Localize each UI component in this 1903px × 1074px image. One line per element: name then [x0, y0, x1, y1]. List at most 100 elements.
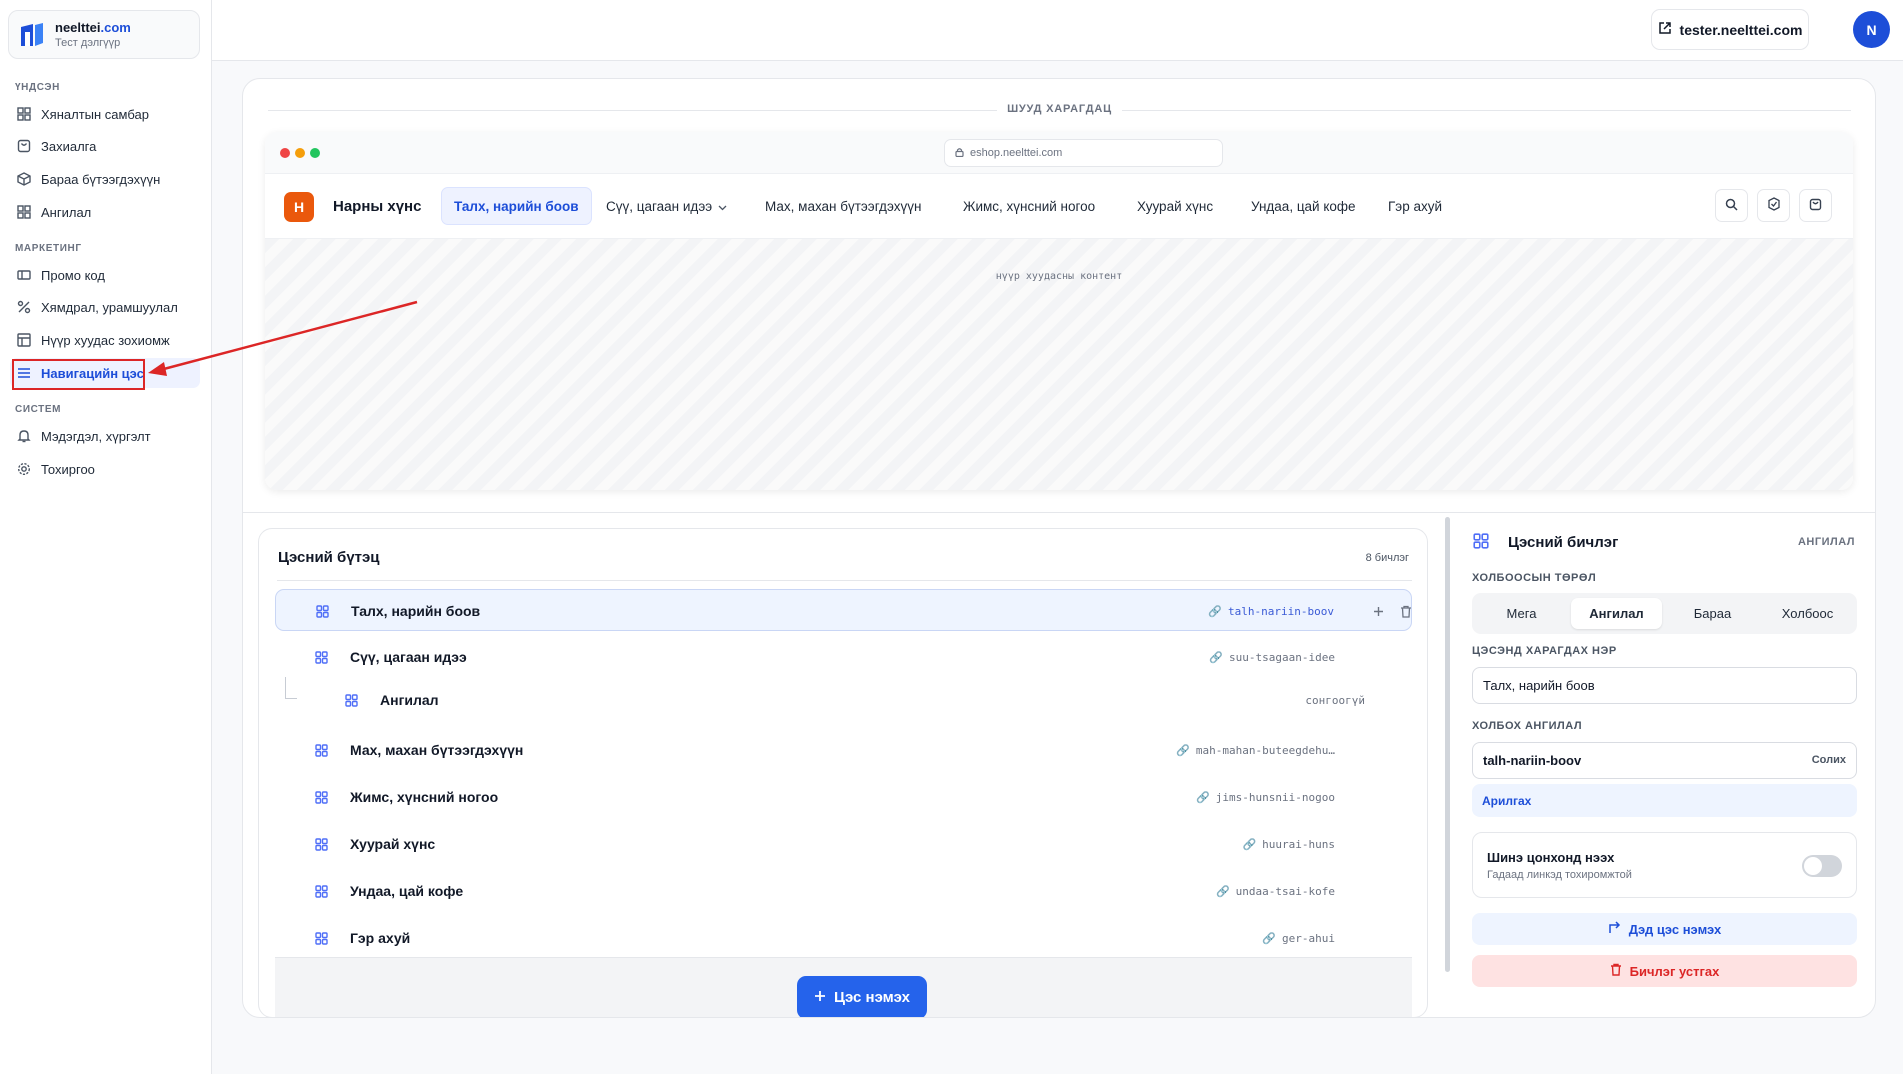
menu-row-child[interactable]: Ангилал сонгоогүй — [275, 679, 1412, 721]
menu-row-slug: 🔗 undaa-tsai-kofe — [1215, 885, 1335, 898]
menu-row[interactable]: Талх, нарийн боов 🔗 talh-nariin-boov — [275, 589, 1412, 631]
sidebar-item-label: Бараа бүтээгдэхүүн — [41, 171, 161, 187]
corner-up-right-icon — [1608, 921, 1621, 937]
link-type-selector: Мега Ангилал Бараа Холбоос — [1472, 593, 1857, 634]
display-name-input[interactable]: Талх, нарийн боов — [1472, 667, 1857, 704]
site-cart-button[interactable] — [1799, 189, 1832, 222]
sidebar-item-promo[interactable]: Промо код — [10, 260, 200, 290]
new-window-toggle[interactable] — [1802, 855, 1842, 877]
menu-row-label: Талх, нарийн боов — [351, 603, 481, 619]
new-window-title: Шинэ цонхонд нээх — [1487, 850, 1615, 865]
sidebar-item-settings[interactable]: Тохиргоо — [10, 454, 200, 484]
sidebar-item-label: Тохиргоо — [41, 461, 95, 477]
menu-row[interactable]: Жимс, хүнсний ногоо 🔗 jims-hunsnii-nogoo — [275, 776, 1412, 818]
menu-row[interactable]: Сүү, цагаан идээ 🔗 suu-tsagaan-idee — [275, 636, 1412, 678]
brand-logo-icon — [21, 23, 43, 46]
sidebar-item-discounts[interactable]: Хямдрал, урамшуулал — [10, 292, 200, 322]
bell-icon — [16, 428, 32, 444]
toggle-knob — [1804, 857, 1822, 875]
menu-row[interactable]: Мах, махан бүтээгдэхүүн 🔗 mah-mahan-butee… — [275, 729, 1412, 771]
section-divider — [243, 512, 1875, 513]
editor-title: Цэсний бичлэг — [1508, 534, 1619, 551]
window-minimize-dot — [295, 148, 305, 158]
trash-icon — [1610, 963, 1622, 979]
site-logo: Н — [284, 192, 314, 222]
link-icon: 🔗 — [1208, 605, 1223, 618]
sidebar-item-label: Хяналтын самбар — [41, 106, 149, 122]
site-name: Нарны хүнс — [333, 198, 422, 215]
browser-toolbar: eshop.neelttei.com — [265, 132, 1853, 174]
menu-row-label: Ундаа, цай кофе — [350, 883, 464, 899]
brand-card[interactable]: neelttei.com Тест дэлгүүр — [8, 10, 200, 59]
site-tab-drinks[interactable]: Ундаа, цай кофе — [1251, 187, 1356, 225]
open-store-button[interactable]: tester.neelttei.com — [1651, 9, 1809, 50]
gear-icon — [16, 461, 32, 477]
store-link-label: tester.neelttei.com — [1679, 21, 1803, 38]
change-category-button[interactable]: Солих — [1812, 754, 1846, 766]
menu-row-slug: 🔗 huurai-huns — [1242, 838, 1335, 851]
window-maximize-dot — [310, 148, 320, 158]
link-type-link[interactable]: Холбоос — [1762, 598, 1853, 629]
external-link-icon — [1658, 21, 1672, 38]
chevron-down-icon — [718, 199, 727, 214]
site-navbar: Н Нарны хүнс Талх, нарийн боов Сүү, цага… — [265, 174, 1853, 239]
sidebar-item-label: Захиалга — [41, 138, 97, 154]
menu-row-label: Мах, махан бүтээгдэхүүн — [350, 742, 524, 758]
scrollbar[interactable] — [1445, 517, 1450, 972]
avatar[interactable]: N — [1853, 11, 1890, 48]
editor-type-badge: АНГИЛАЛ — [1797, 536, 1855, 548]
link-category-field[interactable]: talh-nariin-boov Солих — [1472, 742, 1857, 779]
site-search-button[interactable] — [1715, 189, 1748, 222]
url-text: eshop.neelttei.com — [970, 147, 1063, 159]
link-icon: 🔗 — [1196, 791, 1210, 804]
preview-content-area: нүүр хуудасны контент — [265, 239, 1853, 490]
menu-row-label: Ангилал — [380, 692, 439, 708]
sidebar-item-categories[interactable]: Ангилал — [10, 197, 200, 227]
sidebar-item-dashboard[interactable]: Хяналтын самбар — [10, 99, 200, 129]
link-icon: 🔗 — [1215, 885, 1230, 898]
menu-row[interactable]: Ундаа, цай кофе 🔗 undaa-tsai-kofe — [275, 870, 1412, 912]
sidebar-item-label: Хямдрал, урамшуулал — [41, 299, 178, 315]
sidebar-item-orders[interactable]: Захиалга — [10, 131, 200, 161]
trash-icon[interactable] — [1396, 601, 1416, 621]
layout-icon — [16, 332, 32, 348]
grid-icon — [16, 106, 32, 122]
menu-item-editor: Цэсний бичлэг АНГИЛАЛ ХОЛБООСЫН ТӨРӨЛ Ме… — [1457, 517, 1875, 1017]
browser-preview: eshop.neelttei.com Н Нарны хүнс Талх, на… — [265, 132, 1853, 490]
menu-row[interactable]: Хуурай хүнс 🔗 huurai-huns — [275, 823, 1412, 865]
add-menu-button[interactable]: Цэс нэмэх — [797, 976, 927, 1017]
sidebar-item-notifications[interactable]: Мэдэгдэл, хүргэлт — [10, 421, 200, 451]
site-account-button[interactable] — [1757, 189, 1790, 222]
site-tab-dry-goods[interactable]: Хуурай хүнс — [1137, 187, 1213, 225]
badge-icon — [1767, 197, 1781, 214]
link-type-mega[interactable]: Мега — [1476, 598, 1567, 629]
add-menu-label: Цэс нэмэх — [833, 989, 911, 1006]
bag-icon — [16, 138, 32, 154]
link-type-product[interactable]: Бараа — [1667, 598, 1758, 629]
sidebar-item-products[interactable]: Бараа бүтээгдэхүүн — [10, 164, 200, 194]
add-submenu-label: Дэд цэс нэмэх — [1628, 921, 1722, 937]
grid-icon — [341, 690, 361, 710]
site-tab-produce[interactable]: Жимс, хүнсний ногоо — [963, 187, 1095, 225]
url-bar: eshop.neelttei.com — [944, 139, 1223, 167]
sidebar-item-label: Мэдэгдэл, хүргэлт — [41, 428, 151, 444]
menu-row[interactable]: Гэр ахуй 🔗 ger-ahui — [275, 917, 1412, 959]
menu-structure-panel: Цэсний бүтэц 8 бичлэг Талх, нарийн боов … — [258, 528, 1428, 1018]
add-child-button[interactable] — [1368, 601, 1388, 621]
menu-row-slug: 🔗 talh-nariin-boov — [1208, 605, 1334, 618]
site-tab-meat[interactable]: Мах, махан бүтээгдэхүүн — [765, 187, 922, 225]
add-submenu-button[interactable]: Дэд цэс нэмэх — [1472, 913, 1857, 945]
site-tab-dairy[interactable]: Сүү, цагаан идээ — [606, 187, 727, 225]
link-type-category[interactable]: Ангилал — [1571, 598, 1662, 629]
percent-icon — [16, 299, 32, 315]
site-tab-bread[interactable]: Талх, нарийн боов — [441, 187, 592, 225]
sidebar-item-homepage-layout[interactable]: Нүүр хуудас зохиомж — [10, 325, 200, 355]
display-name-label: ЦЭСЭНД ХАРАГДАХ НЭР — [1472, 645, 1617, 657]
section-label-main: ҮНДСЭН — [15, 82, 60, 93]
site-tab-household[interactable]: Гэр ахуй — [1388, 187, 1442, 225]
menu-structure-footer: Цэс нэмэх — [275, 957, 1412, 1017]
grid-icon — [311, 834, 331, 854]
menu-row-slug: сонгоогүй — [1305, 694, 1365, 707]
delete-record-button[interactable]: Бичлэг устгах — [1472, 955, 1857, 987]
clear-category-button[interactable]: Арилгах — [1472, 784, 1857, 817]
